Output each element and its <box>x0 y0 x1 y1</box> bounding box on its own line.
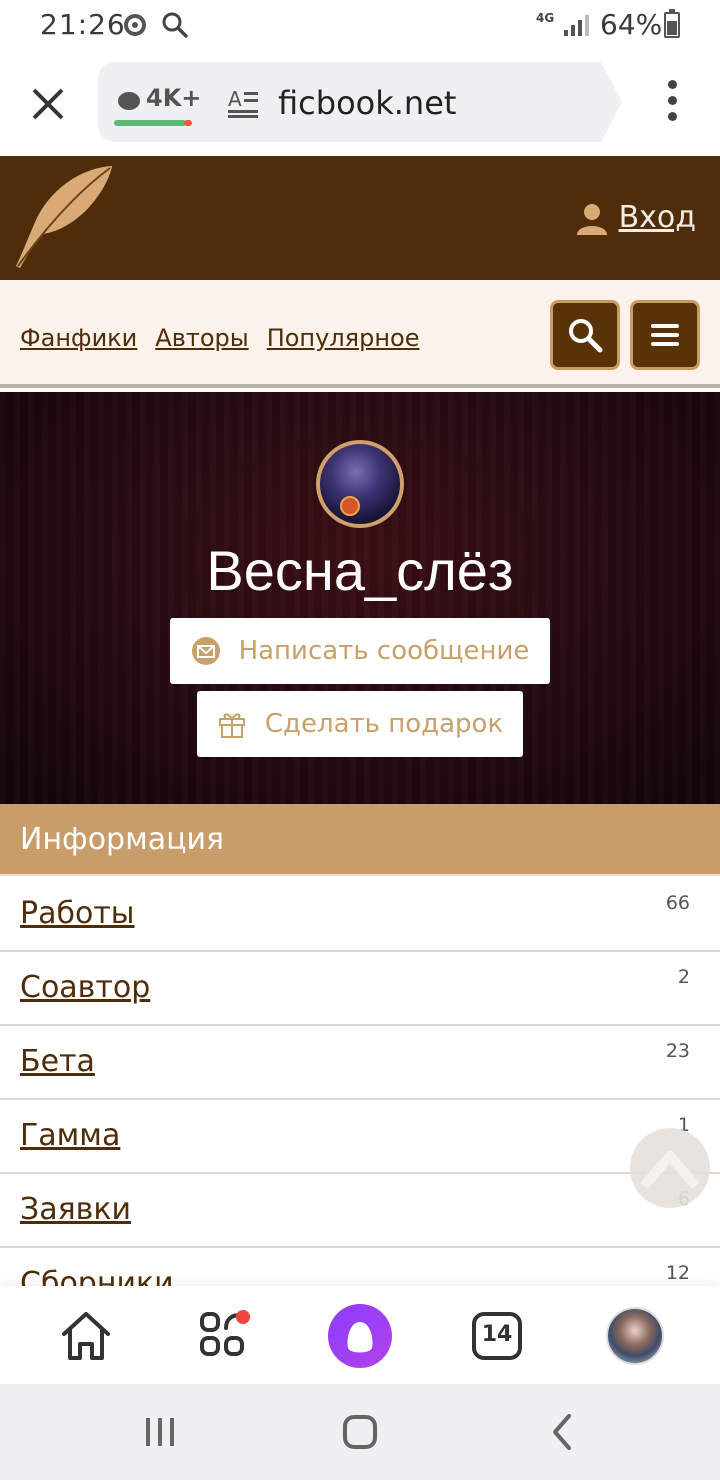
info-section-title: Информация <box>20 822 225 857</box>
list-item-link[interactable]: Бета <box>20 1044 95 1079</box>
info-row-beta: Бета 23 <box>0 1026 720 1100</box>
send-gift-label: Сделать подарок <box>264 709 504 739</box>
back-icon[interactable] <box>545 1412 581 1452</box>
profile-username: Весна_слёз <box>206 539 514 602</box>
clock: 21:26 <box>40 8 126 41</box>
assistant-button[interactable] <box>328 1304 392 1368</box>
assistant-icon <box>347 1322 373 1353</box>
login-label[interactable]: Вход <box>619 200 696 235</box>
nav-link-fanfics[interactable]: Фанфики <box>20 324 137 352</box>
reader-mode-icon[interactable]: A <box>228 88 260 118</box>
home-icon[interactable] <box>56 1306 116 1366</box>
status-bar: 21:26 4G 64% <box>0 0 720 56</box>
search-button[interactable] <box>550 300 620 370</box>
info-row-works: Работы 66 <box>0 878 720 952</box>
battery-percent: 64% <box>600 8 663 41</box>
search-icon <box>162 12 188 38</box>
info-row-coauthor: Соавтор 2 <box>0 952 720 1026</box>
info-section-header: Информация <box>0 804 720 876</box>
scroll-to-top-button[interactable] <box>630 1128 710 1208</box>
nav-link-popular[interactable]: Популярное <box>267 324 420 352</box>
profile-header: Весна_слёз Написать сообщение Сделать по… <box>0 392 720 804</box>
home-button-icon[interactable] <box>340 1412 380 1452</box>
site-nav: Фанфики Авторы Популярное <box>0 280 720 388</box>
list-item-link[interactable]: Гамма <box>20 1118 120 1153</box>
menu-button[interactable] <box>630 300 700 370</box>
list-item-count: 2 <box>677 966 690 988</box>
chevron-up-icon <box>640 1151 700 1190</box>
info-list: Работы 66 Соавтор 2 Бета 23 Гамма 1 Заяв… <box>0 878 720 1322</box>
more-menu-icon[interactable] <box>660 80 684 124</box>
info-row-requests: Заявки 6 <box>0 1174 720 1248</box>
list-item-count: 12 <box>665 1262 690 1284</box>
nav-link-authors[interactable]: Авторы <box>155 324 248 352</box>
signal-icon <box>564 15 589 36</box>
svg-text:A: A <box>228 88 242 111</box>
list-item-link[interactable]: Работы <box>20 896 135 931</box>
tabs-button[interactable]: 14 <box>468 1306 528 1366</box>
battery-icon <box>664 9 680 38</box>
search-icon <box>569 319 603 353</box>
list-item-count: 66 <box>665 892 690 914</box>
browser-toolbar: 4K+ A ficbook.net <box>0 56 720 156</box>
record-icon <box>124 14 146 36</box>
mail-icon <box>191 637 220 665</box>
comments-count: 4K+ <box>146 84 202 112</box>
tabs-count: 14 <box>481 1322 513 1347</box>
hamburger-icon <box>651 324 679 346</box>
network-type: 4G <box>536 11 555 25</box>
list-item-link[interactable]: Заявки <box>20 1192 131 1227</box>
profile-avatar-button[interactable] <box>606 1307 664 1365</box>
recent-apps-icon[interactable] <box>140 1414 180 1450</box>
notification-dot <box>236 1310 250 1324</box>
feather-logo-icon[interactable] <box>10 160 120 272</box>
login-link[interactable]: Вход <box>575 200 696 235</box>
profile-avatar[interactable] <box>316 440 404 528</box>
address-bar[interactable]: 4K+ A ficbook.net <box>98 62 622 142</box>
list-item-count: 23 <box>665 1040 690 1062</box>
list-item-link[interactable]: Соавтор <box>20 970 150 1005</box>
url-domain: ficbook.net <box>278 84 457 122</box>
user-icon <box>576 203 607 235</box>
close-icon[interactable] <box>28 84 68 124</box>
info-row-gamma: Гамма 1 <box>0 1100 720 1174</box>
comments-icon <box>118 92 140 110</box>
system-nav-bar <box>0 1384 720 1480</box>
site-header: Вход <box>0 156 720 280</box>
send-message-label: Написать сообщение <box>238 636 530 666</box>
send-gift-button[interactable]: Сделать подарок <box>197 691 523 757</box>
browser-bottom-nav: 14 <box>0 1286 720 1384</box>
comments-indicator <box>114 120 192 126</box>
gift-icon <box>218 713 245 738</box>
send-message-button[interactable]: Написать сообщение <box>170 618 550 684</box>
